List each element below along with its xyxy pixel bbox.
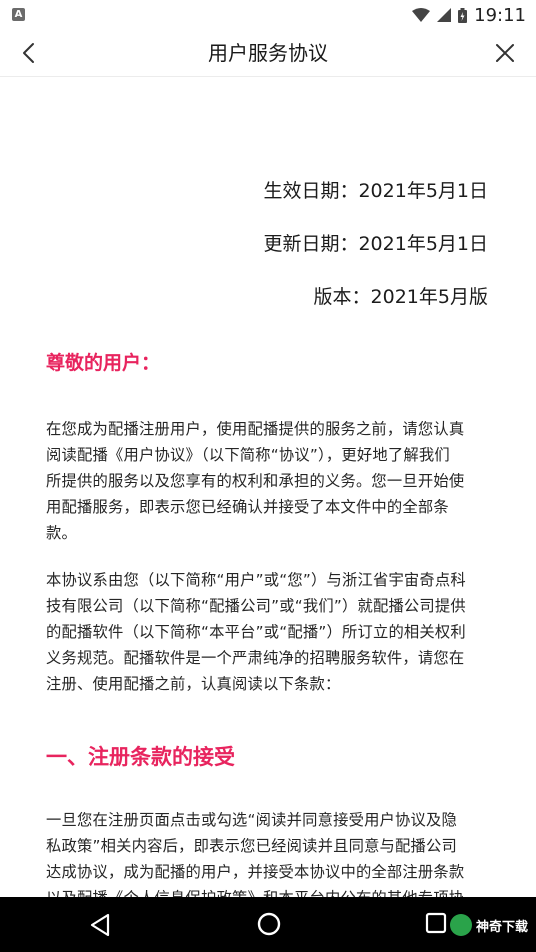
paragraph-line: 的配播软件（以下简称“本平台”或“配播”）所订立的相关权利 <box>46 623 466 641</box>
back-button[interactable] <box>14 38 44 68</box>
battery-icon <box>458 7 468 23</box>
paragraph-line: 一旦您在注册页面点击或勾选“阅读并同意接受用户协议及隐 <box>46 811 458 829</box>
navigation-bar: 神奇下载 <box>0 897 536 952</box>
watermark: 神奇下载 <box>449 913 528 937</box>
document-content[interactable]: 生效日期：2021年5月1日 更新日期：2021年5月1日 版本：2021年5月… <box>0 77 536 897</box>
paragraph-line: 在您成为配播注册用户，使用配播提供的服务之前，请您认真 <box>46 420 465 438</box>
paragraph-line: 本协议系由您（以下简称“用户”或“您”）与浙江省宇宙奇点科 <box>46 571 466 589</box>
paragraph-1: 在您成为配播注册用户，使用配播提供的服务之前，请您认真 阅读配播《用户协议》（以… <box>46 416 494 546</box>
paragraph-3: 一旦您在注册页面点击或勾选“阅读并同意接受用户协议及隐 私政策”相关内容后，即表… <box>46 807 494 897</box>
paragraph-line: 阅读配播《用户协议》（以下简称“协议”），更好地了解我们 <box>46 446 450 464</box>
status-bar: A 19:11 <box>0 0 536 30</box>
status-time: 19:11 <box>474 4 526 26</box>
screen: A 19:11 用户服务协议 生效日期：2021年5月1日 更新日期：2021年… <box>0 0 536 952</box>
wifi-icon <box>412 8 431 22</box>
paragraph-line: 款。 <box>46 524 77 542</box>
close-button[interactable] <box>490 38 520 68</box>
greeting: 尊敬的用户： <box>46 352 161 374</box>
watermark-logo-icon <box>449 914 472 936</box>
updated-date: 更新日期：2021年5月1日 <box>263 233 488 255</box>
paragraph-line: 达成协议，成为配播的用户，并接受本协议中的全部注册条款 <box>46 863 465 881</box>
paragraph-line: 以及配播《个人信息保护政策》和本平台内公布的其他专项协 <box>46 885 494 897</box>
chevron-left-icon <box>23 43 34 63</box>
page-title: 用户服务协议 <box>208 41 328 65</box>
paragraph-line: 所提供的服务以及您享有的权利和承担的义务。您一旦开始使 <box>46 472 465 490</box>
effective-date: 生效日期：2021年5月1日 <box>263 180 488 202</box>
section-title: 一、注册条款的接受 <box>46 745 235 769</box>
nav-recents-icon[interactable] <box>424 911 448 935</box>
paragraph-2: 本协议系由您（以下简称“用户”或“您”）与浙江省宇宙奇点科 技有限公司（以下简称… <box>46 567 494 697</box>
watermark-text: 神奇下载 <box>475 919 528 935</box>
nav-back-icon[interactable] <box>86 910 116 940</box>
paragraph-line: 私政策”相关内容后，即表示您已经阅读并且同意与配播公司 <box>46 837 458 855</box>
paragraph-line: 注册、使用配播之前，认真阅读以下条款： <box>46 675 341 693</box>
header: 用户服务协议 <box>0 30 536 77</box>
paragraph-line: 技有限公司（以下简称“配播公司”或“我们”）就配播公司提供 <box>46 597 466 615</box>
notification-icon: A <box>12 8 25 21</box>
signal-icon <box>437 8 452 22</box>
paragraph-line: 义务规范。配播软件是一个严肃纯净的招聘服务软件，请您在 <box>46 649 465 667</box>
paragraph-line: 用配播服务，即表示您已经确认并接受了本文件中的全部条 <box>46 498 449 516</box>
nav-home-icon[interactable] <box>255 910 283 938</box>
version: 版本：2021年5月版 <box>313 286 488 308</box>
status-icons: 19:11 <box>412 0 526 30</box>
close-icon <box>496 44 514 62</box>
